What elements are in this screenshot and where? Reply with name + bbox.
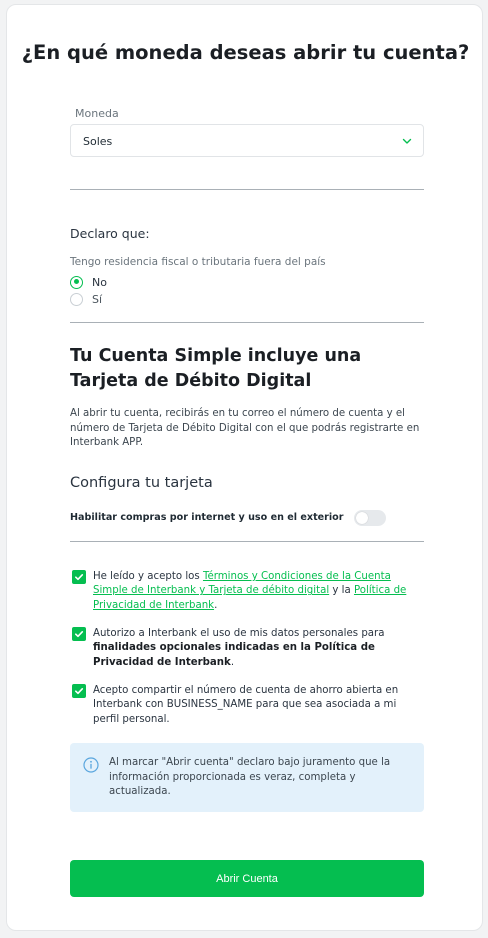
share-account-consent-text: Acepto compartir el número de cuenta de … <box>93 685 399 725</box>
share-account-checkbox[interactable] <box>72 684 86 698</box>
divider <box>70 541 424 542</box>
declaration-heading: Declaro que: <box>70 226 150 241</box>
terms-checkbox[interactable] <box>72 570 86 584</box>
configure-card-title: Configura tu tarjeta <box>70 475 213 491</box>
check-icon <box>75 631 84 638</box>
radio-option-no[interactable]: No <box>70 275 107 289</box>
terms-prefix: He leído y acepto los <box>93 571 203 582</box>
form-card: ¿En qué moneda deseas abrir tu cuenta? M… <box>6 4 483 931</box>
radio-button-si[interactable] <box>70 292 83 306</box>
page-title: ¿En qué moneda deseas abrir tu cuenta? <box>21 41 470 64</box>
open-account-button[interactable]: Abrir Cuenta <box>70 860 424 897</box>
divider <box>70 189 424 190</box>
personal-data-consent-text: Autorizo a Interbank el uso de mis datos… <box>93 627 415 670</box>
radio-label-no: No <box>92 275 107 289</box>
terms-middle: y la <box>329 585 354 597</box>
radio-label-si: Sí <box>92 292 103 306</box>
toggle-knob <box>356 512 368 524</box>
online-purchases-toggle[interactable] <box>354 510 386 526</box>
terms-suffix: . <box>214 599 218 611</box>
debit-card-description: Al abrir tu cuenta, recibirás en tu corr… <box>70 408 420 449</box>
radio-button-no[interactable] <box>70 275 83 289</box>
info-icon <box>83 757 99 773</box>
divider <box>70 322 424 323</box>
personal-data-consent-row: Autorizo a Interbank el uso de mis datos… <box>72 627 415 670</box>
fiscal-residence-question: Tengo residencia fiscal o tributaria fue… <box>70 256 326 268</box>
radio-option-si[interactable]: Sí <box>70 292 102 306</box>
terms-consent-row: He leído y acepto los Términos y Condici… <box>72 570 415 613</box>
currency-label: Moneda <box>75 107 119 120</box>
personal-data-checkbox[interactable] <box>72 627 86 641</box>
terms-consent-text: He leído y acepto los Términos y Condici… <box>93 570 415 613</box>
debit-card-title: Tu Cuenta Simple incluye una Tarjeta de … <box>70 346 362 391</box>
chevron-down-icon <box>402 138 412 144</box>
currency-value: Soles <box>83 135 113 148</box>
check-icon <box>75 574 84 581</box>
info-text: Al marcar "Abrir cuenta" declaro bajo ju… <box>109 757 391 798</box>
online-purchases-label: Habilitar compras por internet y uso en … <box>70 512 344 523</box>
currency-select[interactable]: Soles <box>70 124 424 157</box>
info-box: Al marcar "Abrir cuenta" declaro bajo ju… <box>70 743 424 812</box>
personal-data-prefix: Autorizo a Interbank el uso de mis datos… <box>93 628 385 639</box>
personal-data-suffix: . <box>230 656 235 668</box>
share-account-consent-row: Acepto compartir el número de cuenta de … <box>72 684 415 727</box>
check-icon <box>75 688 84 695</box>
